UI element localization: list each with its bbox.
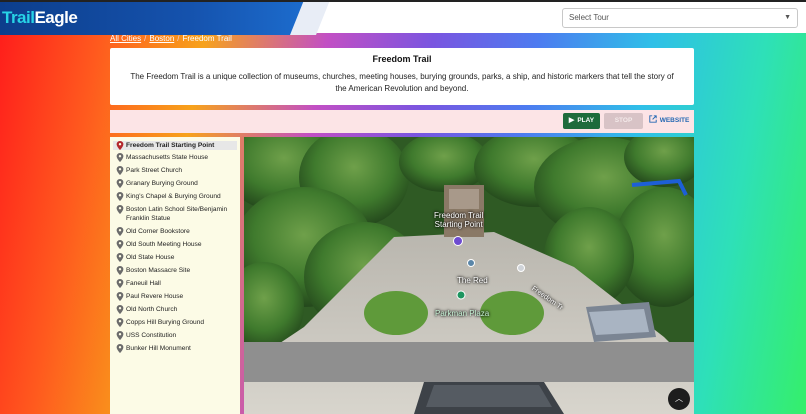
select-tour-label: Select Tour xyxy=(569,13,609,22)
stop-label: Freedom Trail Starting Point xyxy=(126,142,215,149)
stop-item[interactable]: Old South Meeting House xyxy=(110,240,240,249)
stop-item[interactable]: Paul Revere House xyxy=(110,292,240,301)
stop-item[interactable]: Faneuil Hall xyxy=(110,279,240,288)
map-label-the-red[interactable]: The Red xyxy=(457,276,488,285)
stop-item[interactable]: Boston Massacre Site xyxy=(110,266,240,275)
stop-label: Old South Meeting House xyxy=(126,241,202,248)
stop-item[interactable]: Granary Burying Ground xyxy=(110,179,240,188)
breadcrumb-separator: / xyxy=(177,34,180,43)
website-link[interactable]: WEBSITE xyxy=(647,113,691,129)
breadcrumb-all-cities[interactable]: All Cities xyxy=(110,34,141,43)
stop-item[interactable]: Copps Hill Burying Ground xyxy=(110,318,240,327)
map-label-parkman[interactable]: Parkman Plaza xyxy=(435,309,489,318)
map-pin-icon xyxy=(116,253,124,262)
map-label-start-line1: Freedom Trail xyxy=(434,211,484,220)
tour-description: The Freedom Trail is a unique collection… xyxy=(130,72,674,93)
stop-item[interactable]: Massachusetts State House xyxy=(110,153,240,162)
stop-label: Old North Church xyxy=(126,306,178,313)
stop-item[interactable]: King's Chapel & Burying Ground xyxy=(110,192,240,201)
map-pin-icon xyxy=(116,141,124,150)
stops-list: Freedom Trail Starting Point Massachusett… xyxy=(110,137,240,414)
stop-item[interactable]: Bunker Hill Monument xyxy=(110,344,240,353)
stop-label: Boston Latin School Site/Benjamin Frankl… xyxy=(126,206,228,222)
stop-button[interactable]: STOP xyxy=(604,113,643,129)
logo-trail-text: Trail xyxy=(2,8,35,27)
chevron-down-icon: ▼ xyxy=(784,14,791,21)
map-pin-icon xyxy=(116,153,124,162)
stop-label: Park Street Church xyxy=(126,167,183,174)
tour-info-card: Freedom Trail The Freedom Trail is a uni… xyxy=(110,48,694,105)
map-pin-icon xyxy=(116,279,124,288)
external-link-icon xyxy=(649,115,657,123)
tour-controls: ▶ PLAY STOP WEBSITE xyxy=(110,110,694,133)
map-label-start[interactable]: Freedom Trail Starting Point xyxy=(434,211,483,229)
map-pin-icon xyxy=(116,305,124,314)
stop-item[interactable]: USS Constitution xyxy=(110,331,240,340)
stop-label: Old Corner Bookstore xyxy=(126,228,190,235)
stop-item[interactable]: Old Corner Bookstore xyxy=(110,227,240,236)
map-pin-icon xyxy=(116,318,124,327)
map-pin-icon xyxy=(116,179,124,188)
map-view[interactable]: Freedom Trail Starting Point The Red Par… xyxy=(244,137,694,414)
map-pin-icon xyxy=(116,240,124,249)
stop-label: Old State House xyxy=(126,254,175,261)
logo[interactable]: TrailEagle xyxy=(0,2,335,35)
stop-item[interactable]: Old State House xyxy=(110,253,240,262)
stop-label: King's Chapel & Burying Ground xyxy=(126,193,221,200)
scroll-up-button[interactable]: ︿ xyxy=(668,388,690,410)
stop-label: STOP xyxy=(614,117,633,124)
stop-item[interactable]: Old North Church xyxy=(110,305,240,314)
select-tour-dropdown[interactable]: Select Tour ▼ xyxy=(562,8,798,28)
stop-item[interactable]: Park Street Church xyxy=(110,166,240,175)
stop-label: Bunker Hill Monument xyxy=(126,345,191,352)
stop-label: Boston Massacre Site xyxy=(126,267,191,274)
stop-label: Granary Burying Ground xyxy=(126,180,198,187)
breadcrumb-separator: / xyxy=(144,34,147,43)
breadcrumb: All Cities / Boston / Freedom Trail xyxy=(110,34,232,43)
logo-text: TrailEagle xyxy=(2,8,78,28)
stop-label: USS Constitution xyxy=(126,332,177,339)
stop-label: Massachusetts State House xyxy=(126,154,209,161)
chevron-up-icon: ︿ xyxy=(675,394,683,403)
map-pin-icon xyxy=(116,266,124,275)
map-pin-icon xyxy=(116,344,124,353)
stop-item[interactable]: Freedom Trail Starting Point xyxy=(113,141,237,150)
stop-label: Faneuil Hall xyxy=(126,280,161,287)
stop-label: Copps Hill Burying Ground xyxy=(126,319,205,326)
website-label: WEBSITE xyxy=(659,117,690,124)
play-icon: ▶ xyxy=(568,117,575,124)
tour-title: Freedom Trail xyxy=(372,54,432,64)
breadcrumb-boston[interactable]: Boston xyxy=(149,34,174,43)
breadcrumb-current: Freedom Trail xyxy=(182,34,232,43)
play-button[interactable]: ▶ PLAY xyxy=(563,113,600,129)
stop-label: Paul Revere House xyxy=(126,293,184,300)
map-pin-icon xyxy=(116,331,124,340)
map-pin-icon xyxy=(116,192,124,201)
top-bar: TrailEagle Select Tour ▼ xyxy=(0,0,806,35)
map-pin-icon xyxy=(116,227,124,236)
stop-item[interactable]: Boston Latin School Site/Benjamin Frankl… xyxy=(110,205,240,223)
map-pin-icon xyxy=(116,292,124,301)
map-pin-icon xyxy=(116,166,124,175)
map-label-start-line2: Starting Point xyxy=(434,220,483,229)
map-pin-icon xyxy=(116,205,124,214)
play-label: PLAY xyxy=(577,117,595,124)
logo-eagle-text: Eagle xyxy=(34,8,78,27)
